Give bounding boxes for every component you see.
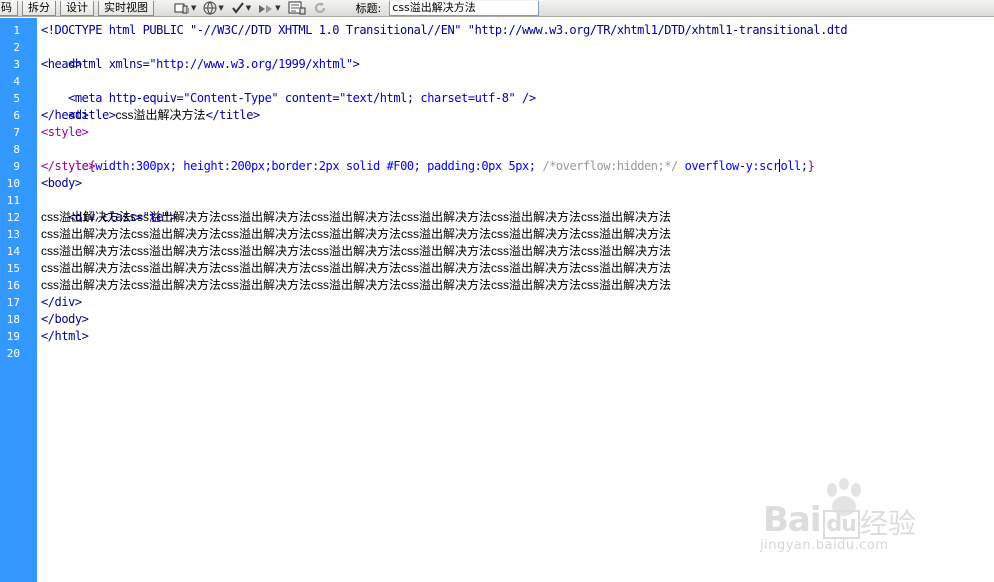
line-number: 18 [6,313,20,326]
code-line-css-rule: .te{width:300px; height:200px;border:2px… [41,141,815,173]
code-token: /> [515,91,536,105]
baidu-jingyan-watermark: Bai du 经验 jingyan.baidu.com [760,478,960,568]
code-line-div-close: </div> [41,295,82,309]
watermark-brand: Bai du [763,500,860,540]
line-number: 7 [13,126,20,139]
line-number: 20 [6,347,20,360]
code-token: css溢出解决方法 [115,108,206,122]
code-token: oll; [780,159,808,173]
code-token: content= [278,91,340,105]
line-number: 19 [6,330,20,343]
code-line-meta: <meta http-equiv="Content-Type" content=… [41,73,536,105]
line-number: 12 [6,211,20,224]
watermark-url: jingyan.baidu.com [760,538,889,553]
line-number: 5 [13,92,20,105]
code-line-html-close: </html> [41,329,89,343]
code-token: </title> [205,108,261,122]
multiscreen-icon[interactable]: ▼ [174,2,196,15]
line-number: 3 [13,58,20,71]
code-token: "text/html; charset=utf-8" [339,91,516,105]
line-number: 11 [6,194,20,207]
code-line-style-close: </style> [41,159,96,173]
document-toolbar: 码 拆分 设计 实时视图 ▼ ▼ ▼ ▼ 标题: css溢出解决方法 [0,0,994,17]
code-token: overflow-y:scr [677,159,780,173]
code-line-text: css溢出解决方法css溢出解决方法css溢出解决方法css溢出解决方法css溢… [41,210,672,224]
toolbar-icon-group: ▼ ▼ ▼ ▼ [174,1,334,15]
line-number: 13 [6,228,20,241]
code-line-doctype: <!DOCTYPE html PUBLIC "-//W3C//DTD XHTML… [41,23,848,37]
code-token: } [807,159,815,173]
code-line-text: css溢出解决方法css溢出解决方法css溢出解决方法css溢出解决方法css溢… [41,227,672,241]
visual-aids-icon[interactable] [288,1,306,15]
code-line-text: css溢出解决方法css溢出解决方法css溢出解决方法css溢出解决方法css溢… [41,244,672,258]
document-title-input[interactable]: css溢出解决方法 [389,0,540,16]
code-line-head: <head> [41,57,82,71]
code-view-button[interactable]: 码 [0,0,18,16]
code-line-title: <title>css溢出解决方法</title> [41,90,260,122]
line-number: 6 [13,109,20,122]
globe-icon[interactable]: ▼ [203,1,224,15]
code-line-body: <body> [41,176,82,190]
code-token: width:300px; height:200px;border:2px sol… [95,159,543,173]
code-line-html: <html xmlns="http://www.w3.org/1999/xhtm… [41,39,360,71]
code-line-head-close: </head> [41,108,89,122]
design-view-button[interactable]: 设计 [60,0,94,16]
file-manage-icon[interactable]: ▼ [258,2,281,15]
line-number: 8 [13,143,20,156]
title-label: 标题: [355,2,382,15]
code-token: "http://www.w3.org/1999/xhtml" [149,57,353,71]
line-number: 1 [13,24,20,37]
code-token: > [352,57,360,71]
code-line-text: css溢出解决方法css溢出解决方法css溢出解决方法css溢出解决方法css溢… [41,278,672,292]
code-line-style-open: <style> [41,125,89,139]
live-view-button[interactable]: 实时视图 [98,0,154,16]
validate-icon[interactable]: ▼ [231,1,251,15]
code-line-div: <div class="te"> [41,192,177,224]
line-number: 10 [6,177,20,190]
line-number: 4 [13,75,20,88]
code-line-body-close: </body> [41,312,89,326]
split-view-button[interactable]: 拆分 [22,0,56,16]
watermark-subtitle: 经验 [860,507,917,540]
line-number: 16 [6,279,20,292]
line-number: 15 [6,262,20,275]
line-number: 2 [13,41,20,54]
line-number-gutter: 1 2 3 4 5 6 7 8 9 10 11 12 13 14 15 16 1… [0,18,37,582]
code-token: /*overflow:hidden;*/ [542,159,678,173]
refresh-icon[interactable] [313,1,327,15]
line-number: 14 [6,245,20,258]
line-number: 9 [13,160,20,173]
code-line-text: css溢出解决方法css溢出解决方法css溢出解决方法css溢出解决方法css溢… [41,261,672,275]
line-number: 17 [6,296,20,309]
